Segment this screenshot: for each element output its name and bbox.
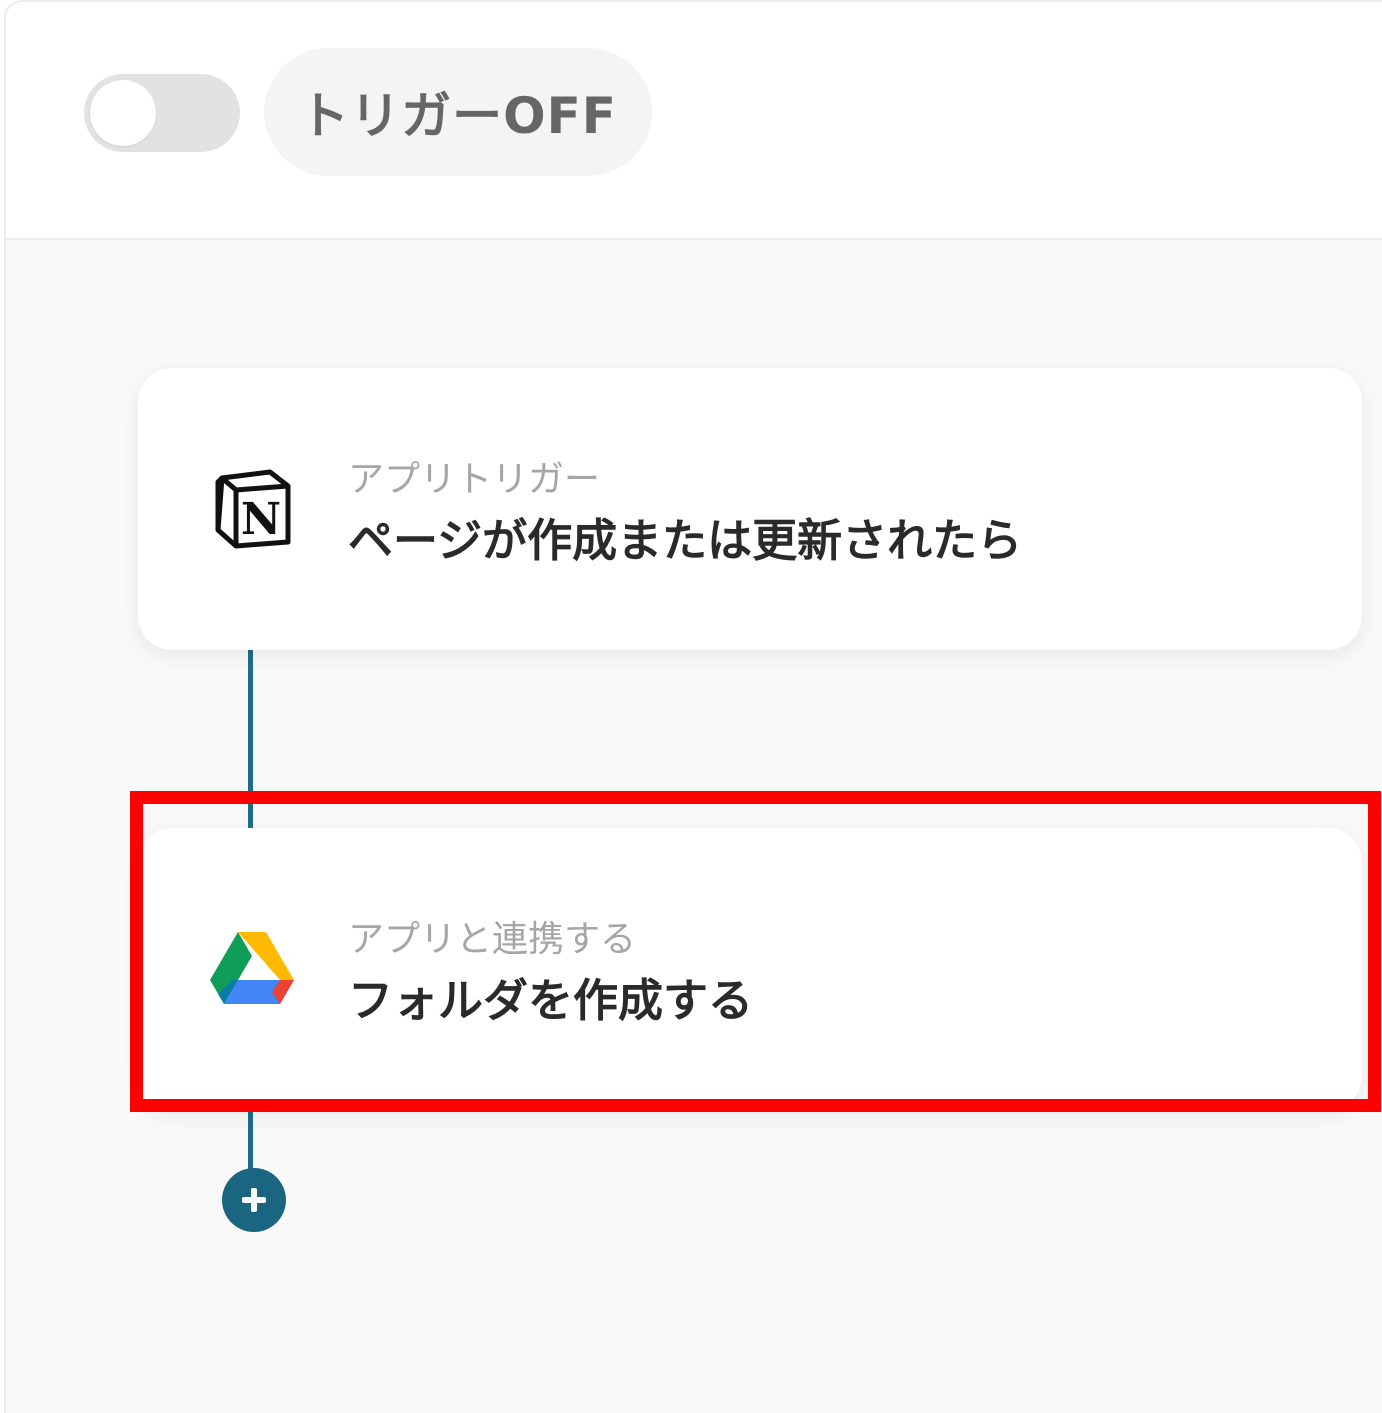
trigger-status-text: トリガーOFF: [299, 87, 617, 145]
step-title: フォルダを作成する: [348, 974, 754, 1027]
step-title: ページが作成または更新されたら: [348, 514, 1023, 567]
step-type-label: アプリと連携する: [348, 919, 637, 960]
flow-editor-panel: トリガーOFF N アプリトリガー ページが作成または更新されたら アプリと連携…: [4, 0, 1382, 1413]
svg-text:N: N: [241, 494, 281, 545]
trigger-status-badge: トリガーOFF: [264, 48, 652, 176]
toggle-knob: [90, 80, 156, 146]
trigger-toggle[interactable]: [84, 74, 240, 152]
flow-step-card-trigger[interactable]: N アプリトリガー ページが作成または更新されたら: [138, 368, 1362, 650]
plus-icon: [242, 1188, 266, 1212]
flow-connector-line: [248, 1108, 253, 1174]
notion-icon: N: [208, 464, 296, 552]
flow-header: トリガーOFF: [6, 2, 1382, 240]
google-drive-icon: [208, 926, 296, 1014]
flow-step-card-action[interactable]: アプリと連携する フォルダを作成する: [138, 828, 1362, 1110]
flow-connector-line: [248, 650, 253, 830]
add-step-button[interactable]: [222, 1168, 286, 1232]
step-type-label: アプリトリガー: [348, 459, 601, 500]
